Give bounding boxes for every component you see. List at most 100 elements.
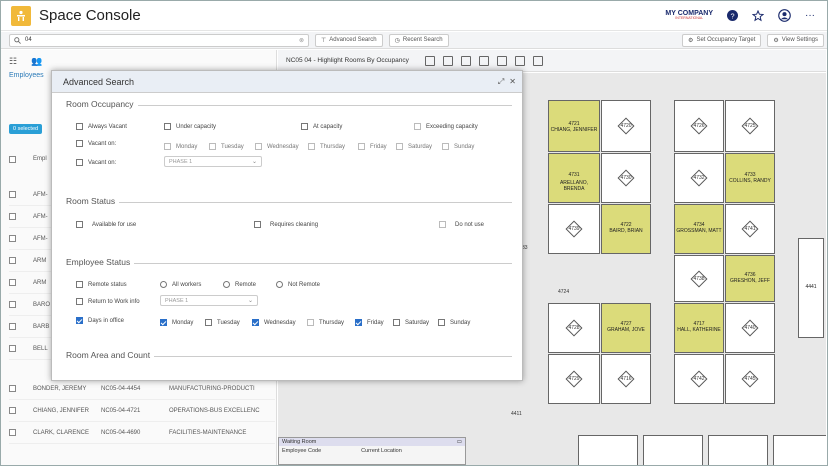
checkbox[interactable]: [76, 123, 83, 130]
room-4740[interactable]: 4740: [725, 303, 775, 353]
checkbox[interactable]: [76, 140, 83, 147]
grid-icon[interactable]: [442, 55, 453, 66]
do-not-use-option[interactable]: Do not use: [439, 221, 484, 228]
clear-search-icon[interactable]: ⊗: [299, 37, 304, 44]
day-friday[interactable]: Friday: [358, 143, 387, 150]
row-checkbox[interactable]: [9, 257, 16, 264]
table-row[interactable]: CHIANG, JENNIFER NC05-04-4721 OPERATIONS-B…: [9, 400, 275, 422]
room-4742[interactable]: 4742: [674, 354, 724, 404]
office-day-monday[interactable]: Monday: [160, 319, 193, 326]
radio-remote[interactable]: Remote: [223, 281, 256, 288]
list-icon[interactable]: [478, 55, 489, 66]
room-4729[interactable]: 4729: [548, 354, 600, 404]
room-4717[interactable]: 4717 HALL, KATHERINE: [674, 303, 724, 353]
checkbox[interactable]: [160, 319, 167, 326]
close-icon[interactable]: ✕: [509, 77, 516, 87]
tab-org-icon[interactable]: ☷: [9, 56, 17, 67]
day-sunday[interactable]: Sunday: [442, 143, 474, 150]
checkbox[interactable]: [76, 281, 83, 288]
row-checkbox[interactable]: [9, 213, 16, 220]
room-4741[interactable]: 4741: [725, 204, 775, 254]
checkbox[interactable]: [76, 317, 83, 324]
available-for-use-option[interactable]: Available for use: [76, 221, 136, 228]
row-checkbox[interactable]: [9, 407, 16, 414]
checkbox[interactable]: [307, 319, 314, 326]
return-phase-select[interactable]: PHASE 1 ⌄: [160, 295, 258, 306]
under-capacity-option[interactable]: Under capacity: [164, 123, 216, 130]
requires-cleaning-option[interactable]: Requires cleaning: [254, 221, 318, 228]
room-4731[interactable]: 4731 ARELLANO, BRENDA: [548, 153, 600, 203]
checkbox[interactable]: [414, 123, 421, 130]
room-4727[interactable]: 4727 GRAHAM, JOVE: [601, 303, 651, 353]
database-icon[interactable]: [514, 55, 525, 66]
row-checkbox[interactable]: [9, 191, 16, 198]
table-row[interactable]: BONDER, JEREMY NC05-04-4454 MANUFACTURING-…: [9, 378, 275, 400]
checkbox[interactable]: [205, 319, 212, 326]
tag-icon[interactable]: [496, 55, 507, 66]
checkbox[interactable]: [438, 319, 445, 326]
room-4720[interactable]: 4720: [601, 100, 651, 152]
remote-status-option[interactable]: Remote status: [76, 281, 127, 288]
row-checkbox[interactable]: [9, 279, 16, 286]
checkbox[interactable]: [209, 143, 216, 150]
view-settings-button[interactable]: ⚙ View Settings: [767, 33, 824, 47]
export-icon[interactable]: [532, 55, 543, 66]
room-4716[interactable]: 4716: [601, 354, 651, 404]
checkbox[interactable]: [301, 123, 308, 130]
set-occupancy-button[interactable]: ⚙ Set Occupancy Target: [682, 33, 762, 47]
room-4730[interactable]: 4730: [601, 153, 651, 203]
room-4726[interactable]: 4726: [674, 100, 724, 152]
favorites-settings-icon[interactable]: [751, 9, 765, 23]
radio-all-workers[interactable]: All workers: [160, 281, 201, 288]
checkbox[interactable]: [355, 319, 362, 326]
day-wednesday[interactable]: Wednesday: [255, 143, 299, 150]
recent-search-button[interactable]: ◷ Recent Search: [388, 33, 449, 47]
radio[interactable]: [276, 281, 283, 288]
office-day-thursday[interactable]: Thursday: [307, 319, 344, 326]
row-checkbox[interactable]: [9, 385, 16, 392]
room-4723[interactable]: 4739: [548, 204, 600, 254]
exceeding-capacity-option[interactable]: Exceeding capacity: [414, 123, 478, 130]
room-4725[interactable]: 4725: [725, 100, 775, 152]
selected-badge[interactable]: 0 selected: [9, 124, 43, 134]
office-day-sunday[interactable]: Sunday: [438, 319, 470, 326]
checkbox[interactable]: [76, 298, 83, 305]
checkbox[interactable]: [255, 143, 262, 150]
room-4721[interactable]: 4721 CHIANG, JENNIFER: [548, 100, 600, 152]
row-checkbox[interactable]: [9, 301, 16, 308]
checkbox[interactable]: [254, 221, 261, 228]
room-4738[interactable]: 4738: [674, 255, 724, 302]
day-saturday[interactable]: Saturday: [396, 143, 432, 150]
expand-icon[interactable]: ⤢: [498, 77, 504, 87]
checkbox[interactable]: [396, 143, 403, 150]
room-4728[interactable]: 4728: [548, 303, 600, 353]
checkbox[interactable]: [76, 221, 83, 228]
return-to-work-option[interactable]: Return to Work info: [76, 298, 140, 305]
room-4745[interactable]: 4745: [725, 354, 775, 404]
radio[interactable]: [223, 281, 230, 288]
help-icon[interactable]: ?: [725, 9, 739, 23]
room-4441[interactable]: 4441: [798, 238, 824, 338]
user-avatar-icon[interactable]: [777, 9, 791, 23]
vacant-on-phase-option[interactable]: Vacant on:: [76, 159, 116, 166]
days-in-office-option[interactable]: Days in office: [76, 317, 124, 324]
day-tuesday[interactable]: Tuesday: [209, 143, 244, 150]
room-4733[interactable]: 4733 COLLINS, RANDY: [725, 153, 775, 203]
room-4732[interactable]: 4732: [674, 153, 724, 203]
room-4734[interactable]: 4734 GROSSMAN, MATT: [674, 204, 724, 254]
checkbox[interactable]: [164, 143, 171, 150]
tab-people-icon[interactable]: 👥: [31, 56, 42, 67]
checkbox[interactable]: [442, 143, 449, 150]
search-input[interactable]: 04 ⊗: [9, 33, 309, 47]
checkbox[interactable]: [76, 159, 83, 166]
always-vacant-option[interactable]: Always Vacant: [76, 123, 127, 130]
vacant-on-option[interactable]: Vacant on:: [76, 140, 116, 147]
radio[interactable]: [160, 281, 167, 288]
office-day-saturday[interactable]: Saturday: [393, 319, 429, 326]
checkbox[interactable]: [439, 221, 446, 228]
checkbox[interactable]: [308, 143, 315, 150]
office-day-wednesday[interactable]: Wednesday: [252, 319, 296, 326]
advanced-search-button[interactable]: ⊤ Advanced Search: [315, 33, 383, 47]
room-4736[interactable]: 4736 GRESHON, JEFF: [725, 255, 775, 302]
select-all-checkbox[interactable]: [9, 155, 16, 163]
